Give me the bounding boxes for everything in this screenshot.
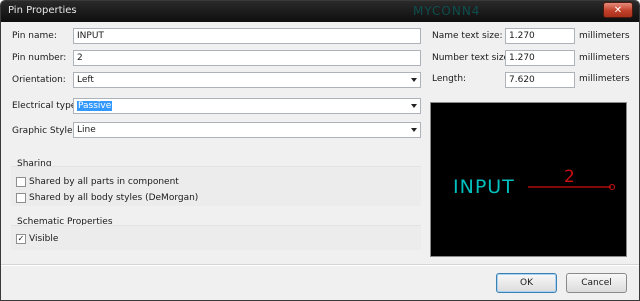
background-window-title: MYCONN4: [413, 4, 481, 18]
ok-button-label: OK: [520, 278, 533, 288]
pin-preview-drawing: INPUT 2: [453, 167, 616, 198]
checkbox-box[interactable]: [16, 193, 26, 203]
pin-number-label: Pin number:: [12, 53, 67, 63]
shared-body-styles-label: Shared by all body styles (DeMorgan): [29, 193, 199, 203]
graphic-style-label: Graphic Style:: [12, 126, 76, 136]
shared-body-styles-checkbox[interactable]: Shared by all body styles (DeMorgan): [16, 193, 198, 203]
name-text-size-unit: millimeters: [579, 31, 630, 41]
length-unit: millimeters: [579, 74, 630, 84]
cancel-button-label: Cancel: [581, 278, 612, 288]
electrical-type-select[interactable]: Passive: [73, 98, 421, 114]
pin-properties-dialog: Pin Properties MYCONN4 ✕ Pin name: INPUT…: [0, 0, 640, 301]
chevron-down-icon: [411, 104, 417, 108]
window-title: Pin Properties: [8, 5, 77, 16]
checkbox-box[interactable]: [16, 177, 26, 187]
pin-number-input[interactable]: 2: [73, 50, 421, 66]
ok-button[interactable]: OK: [496, 273, 557, 293]
dialog-body: Pin name: INPUT Pin number: 2 Orientatio…: [1, 22, 639, 300]
shared-all-parts-checkbox[interactable]: Shared by all parts in component: [16, 177, 179, 187]
name-text-size-label: Name text size:: [432, 31, 503, 41]
button-separator: [1, 264, 639, 266]
number-text-size-unit: millimeters: [579, 53, 630, 63]
visible-label: Visible: [29, 234, 59, 244]
electrical-type-value: Passive: [77, 101, 113, 111]
orientation-value: Left: [77, 75, 94, 85]
cancel-button[interactable]: Cancel: [566, 273, 627, 293]
schematic-panel: [11, 225, 421, 250]
close-button[interactable]: ✕: [603, 2, 633, 18]
preview-pin-name: INPUT: [453, 176, 515, 198]
length-input[interactable]: 7.620: [505, 72, 575, 88]
number-text-size-input[interactable]: 1.270: [505, 50, 575, 66]
pin-preview-canvas: INPUT 2: [430, 102, 627, 257]
chevron-down-icon: [411, 128, 417, 132]
preview-pin-number: 2: [564, 167, 575, 187]
close-icon: ✕: [613, 4, 623, 16]
length-label: Length:: [432, 74, 467, 84]
pin-name-input[interactable]: INPUT: [73, 28, 421, 44]
graphic-style-value: Line: [77, 125, 96, 135]
shared-all-parts-label: Shared by all parts in component: [29, 177, 179, 187]
checkmark-icon[interactable]: ✓: [16, 234, 26, 244]
name-text-size-input[interactable]: 1.270: [505, 28, 575, 44]
electrical-type-label: Electrical type:: [12, 101, 80, 111]
orientation-select[interactable]: Left: [73, 72, 421, 88]
chevron-down-icon: [411, 78, 417, 82]
number-text-size-label: Number text size:: [432, 53, 513, 63]
title-bar[interactable]: Pin Properties MYCONN4 ✕: [1, 1, 639, 22]
visible-checkbox[interactable]: ✓ Visible: [16, 234, 58, 244]
pin-name-label: Pin name:: [12, 31, 57, 41]
graphic-style-select[interactable]: Line: [73, 122, 421, 138]
orientation-label: Orientation:: [12, 75, 66, 85]
